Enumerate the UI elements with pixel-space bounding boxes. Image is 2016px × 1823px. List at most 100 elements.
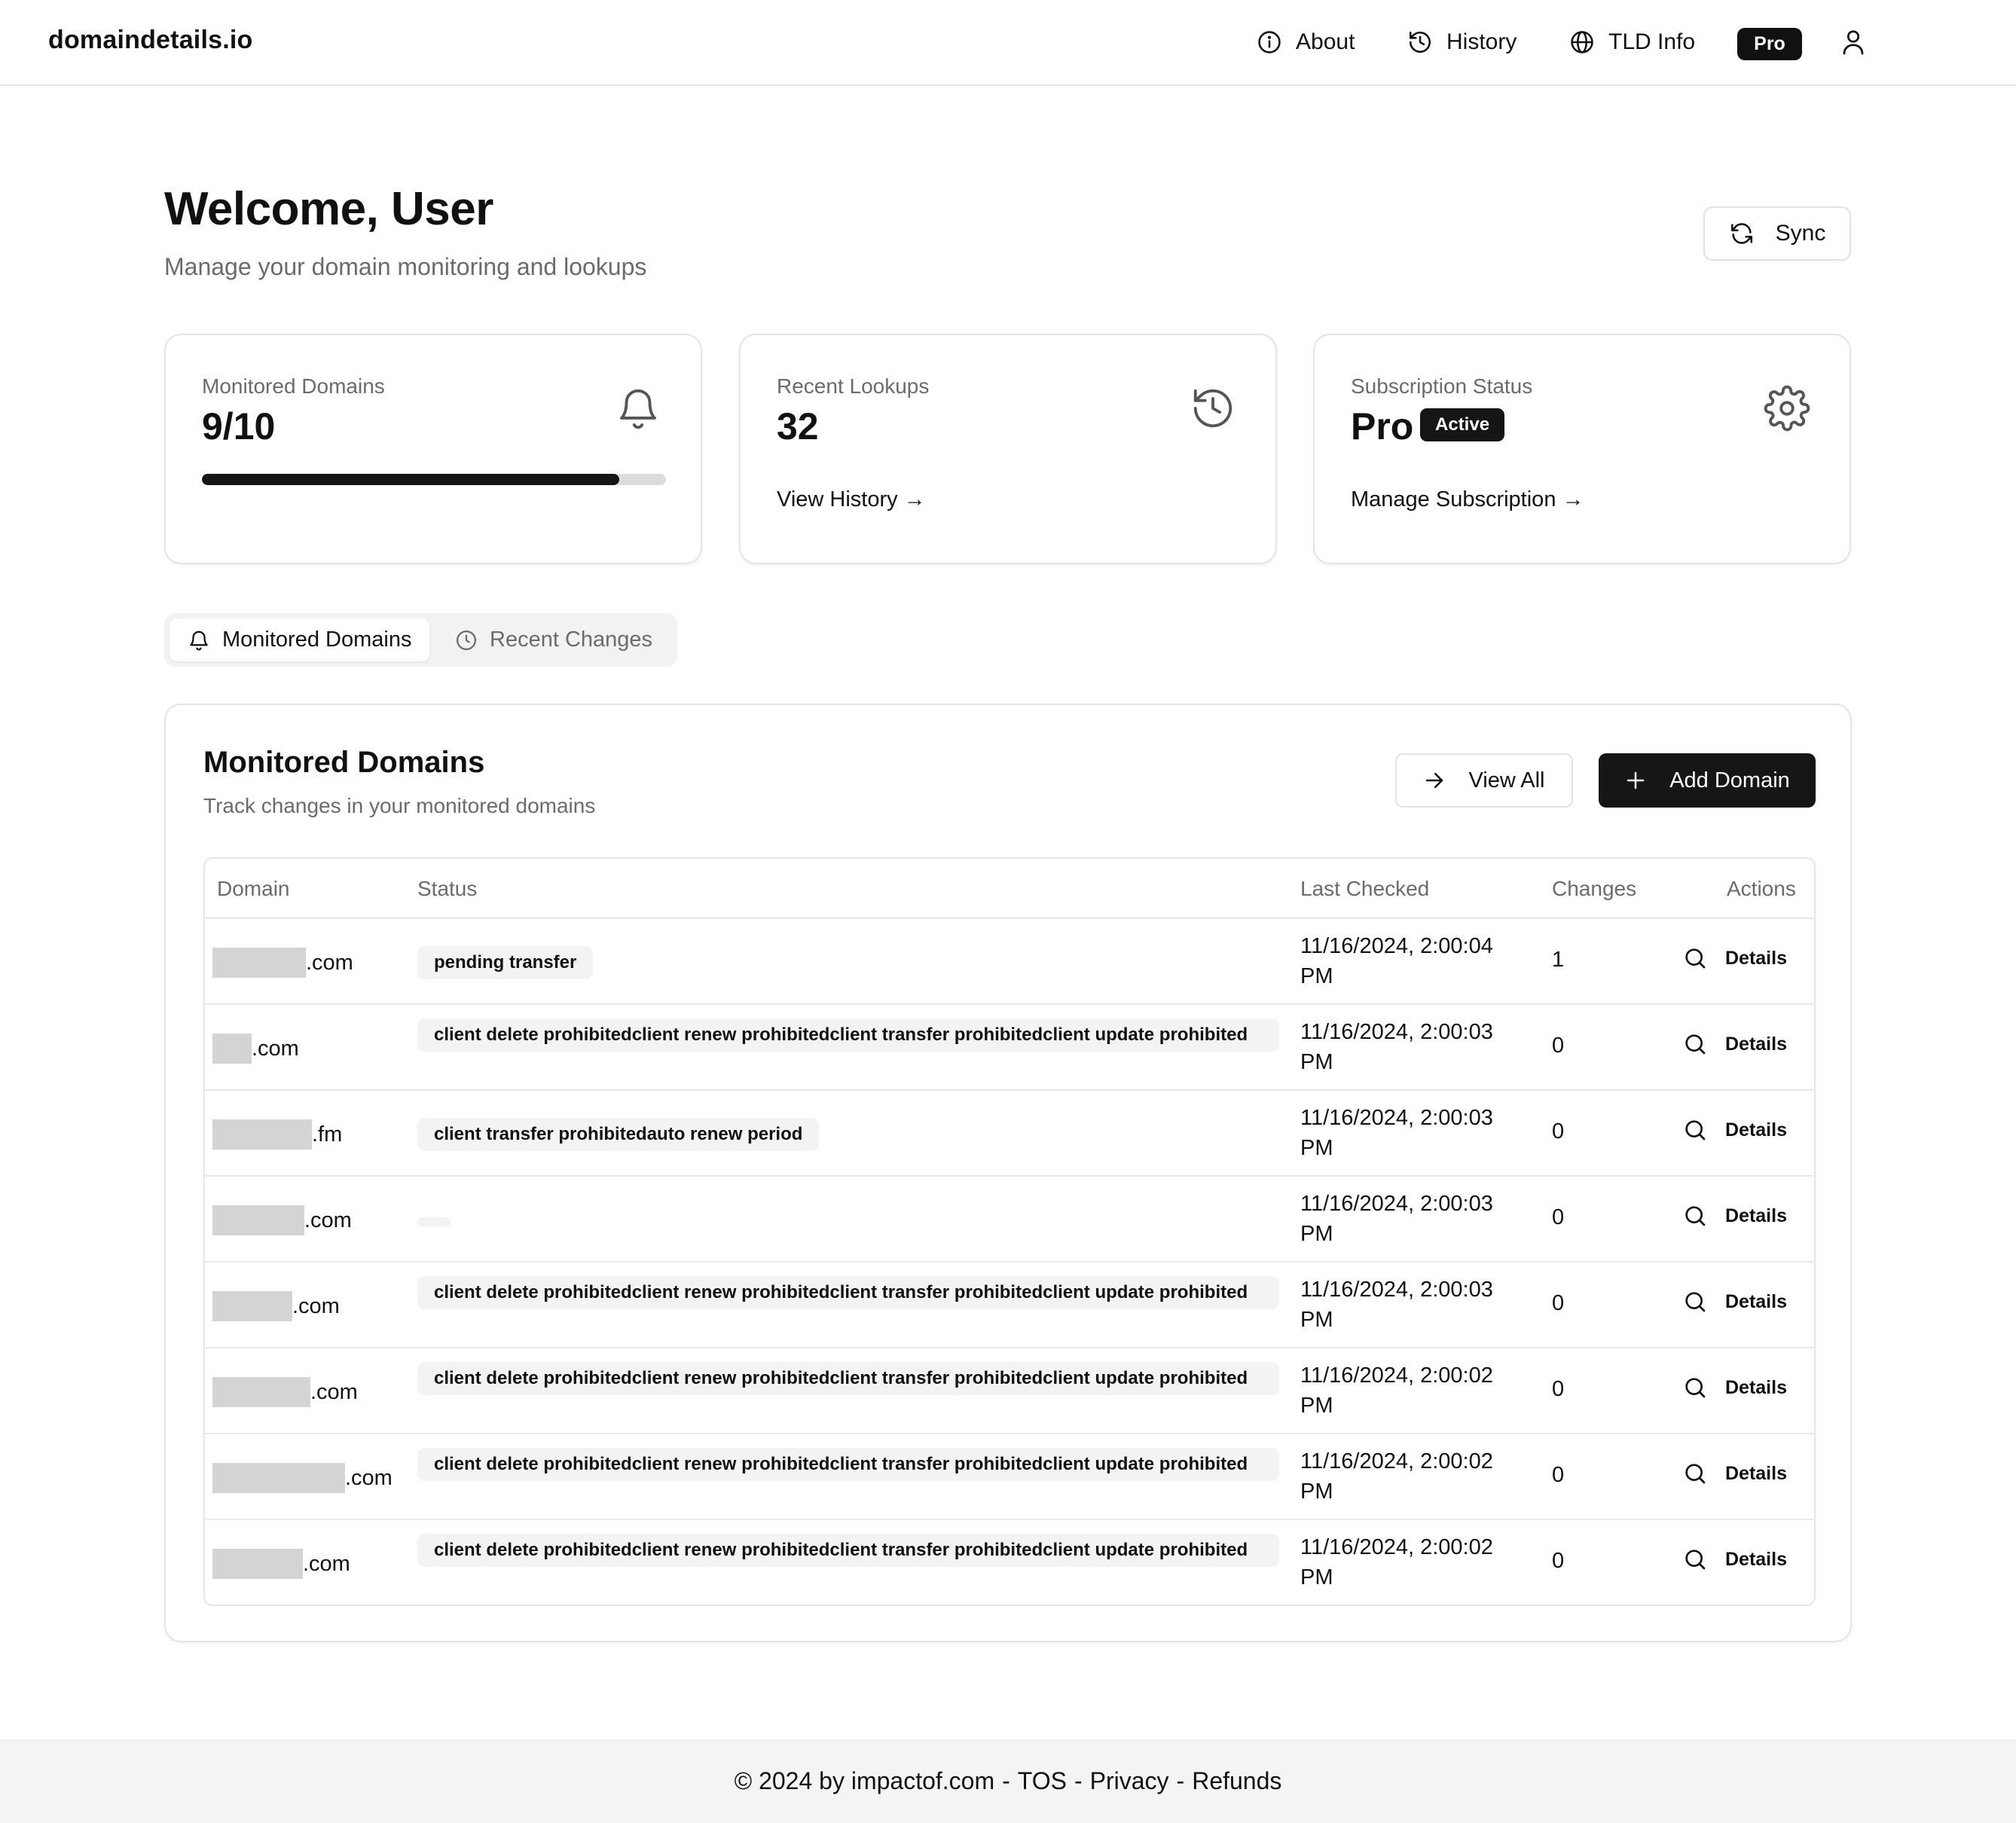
- footer-link-tos[interactable]: TOS: [1018, 1767, 1067, 1795]
- bell-icon: [190, 631, 208, 650]
- nav-about[interactable]: About: [1257, 24, 1355, 60]
- recent-lookups-label: Recent Lookups: [777, 374, 930, 398]
- last-checked-cell: 11/16/2024, 2:00:02 PM: [1300, 1532, 1526, 1592]
- table-row: .com 11/16/2024, 2:00:03 PM 0 Details: [205, 1177, 1814, 1263]
- details-button[interactable]: Details: [1683, 1032, 1787, 1056]
- plus-icon: [1627, 771, 1645, 789]
- redacted-domain-name: [212, 1463, 345, 1493]
- redacted-domain-name: [212, 1549, 303, 1579]
- monitored-domains-panel: Monitored Domains Track changes in your …: [164, 704, 1852, 1642]
- search-icon: [1685, 1292, 1706, 1312]
- details-button[interactable]: Details: [1683, 1118, 1787, 1142]
- details-button[interactable]: Details: [1683, 1376, 1787, 1400]
- details-label: Details: [1725, 1376, 1787, 1398]
- last-checked-date: 11/16/2024, 2:00:02: [1300, 1449, 1493, 1473]
- table-row: .com client delete prohibitedclient renew…: [205, 1520, 1814, 1605]
- subscription-active-badge: Active: [1420, 408, 1505, 441]
- add-domain-button[interactable]: Add Domain: [1599, 753, 1816, 808]
- domain-tld: .fm: [312, 1122, 343, 1147]
- domain-cell: .com: [212, 1034, 299, 1064]
- details-label: Details: [1725, 1548, 1787, 1570]
- status-pill: client delete prohibitedclient renew pro…: [417, 1018, 1279, 1052]
- footer-separator: -: [1176, 1767, 1185, 1794]
- brand-logo-text[interactable]: domaindetails.io: [48, 26, 252, 55]
- domain-tld: .com: [310, 1379, 358, 1404]
- bell-icon: [620, 389, 656, 429]
- last-checked-cell: 11/16/2024, 2:00:04 PM: [1300, 931, 1526, 991]
- changes-count: 1: [1552, 948, 1565, 972]
- status-pill: client delete prohibitedclient renew pro…: [417, 1276, 1279, 1309]
- details-label: Details: [1725, 1462, 1787, 1484]
- last-checked-meridiem: PM: [1300, 1394, 1333, 1418]
- nav-history[interactable]: History: [1407, 24, 1517, 60]
- status-pill: pending transfer: [417, 946, 594, 979]
- last-checked-cell: 11/16/2024, 2:00:03 PM: [1300, 1275, 1526, 1335]
- last-checked-date: 11/16/2024, 2:00:02: [1300, 1363, 1493, 1388]
- domain-tld: .com: [306, 950, 353, 975]
- view-history-link[interactable]: View History →: [777, 487, 926, 512]
- last-checked-date: 11/16/2024, 2:00:03: [1300, 1020, 1493, 1044]
- footer-link-privacy[interactable]: Privacy: [1090, 1767, 1169, 1795]
- footer-link-refunds[interactable]: Refunds: [1192, 1767, 1281, 1795]
- info-icon: [1258, 31, 1281, 53]
- clock-icon: [457, 630, 476, 650]
- search-icon: [1685, 1120, 1706, 1141]
- recent-lookups-card: Recent Lookups 32 View History →: [739, 334, 1277, 564]
- domain-cell: .fm: [212, 1119, 342, 1150]
- column-header-last-checked: Last Checked: [1300, 877, 1430, 900]
- last-checked-meridiem: PM: [1300, 1050, 1333, 1074]
- footer-copyright: © 2024 by impactof.com: [734, 1767, 995, 1794]
- table-row: .com client delete prohibitedclient renew…: [205, 1348, 1814, 1434]
- last-checked-cell: 11/16/2024, 2:00:02 PM: [1300, 1360, 1526, 1421]
- status-pill: client transfer prohibitedauto renew per…: [417, 1118, 820, 1151]
- details-button[interactable]: Details: [1683, 1547, 1787, 1571]
- details-button[interactable]: Details: [1683, 1290, 1787, 1314]
- last-checked-cell: 11/16/2024, 2:00:03 PM: [1300, 1103, 1526, 1163]
- column-header-actions: Actions: [1727, 877, 1796, 900]
- redacted-domain-name: [212, 1034, 252, 1064]
- last-checked-cell: 11/16/2024, 2:00:03 PM: [1300, 1189, 1526, 1249]
- table-header: Domain Status Last Checked Changes Actio…: [205, 859, 1814, 919]
- subscription-plan: Pro: [1351, 405, 1414, 447]
- sync-button[interactable]: Sync: [1703, 206, 1851, 261]
- search-icon: [1685, 948, 1706, 969]
- last-checked-date: 11/16/2024, 2:00:03: [1300, 1106, 1493, 1130]
- last-checked-meridiem: PM: [1300, 1308, 1333, 1332]
- last-checked-cell: 11/16/2024, 2:00:03 PM: [1300, 1017, 1526, 1077]
- changes-count: 0: [1552, 1549, 1565, 1573]
- domain-tld: .com: [303, 1551, 350, 1576]
- changes-count: 0: [1552, 1377, 1565, 1401]
- view-all-button[interactable]: View All: [1395, 753, 1573, 808]
- subscription-status-label: Subscription Status: [1351, 374, 1533, 398]
- footer: © 2024 by impactof.com - TOS - Privacy -…: [0, 1739, 2016, 1823]
- column-header-status: Status: [417, 877, 478, 900]
- details-label: Details: [1725, 1290, 1787, 1312]
- details-button[interactable]: Details: [1683, 1204, 1787, 1228]
- nav-tld-info-label: TLD Info: [1608, 29, 1696, 54]
- monitored-domains-card: Monitored Domains 9/10: [164, 334, 702, 564]
- search-icon: [1685, 1550, 1706, 1570]
- changes-count: 0: [1552, 1291, 1565, 1315]
- view-all-label: View All: [1468, 768, 1545, 792]
- tab-recent-changes[interactable]: Recent Changes: [437, 618, 670, 661]
- globe-icon: [1571, 31, 1593, 53]
- footer-separator: -: [1002, 1767, 1010, 1794]
- page-subtitle: Manage your domain monitoring and lookup…: [164, 253, 647, 280]
- changes-count: 0: [1552, 1034, 1565, 1058]
- details-label: Details: [1725, 1119, 1787, 1141]
- nav-tld-info[interactable]: TLD Info: [1569, 24, 1695, 60]
- search-icon: [1685, 1034, 1706, 1055]
- user-icon[interactable]: [1840, 27, 1867, 57]
- tab-monitored-domains[interactable]: Monitored Domains: [170, 618, 430, 661]
- manage-subscription-link[interactable]: Manage Subscription →: [1351, 487, 1584, 512]
- status-pill-empty: [417, 1217, 451, 1226]
- search-icon: [1685, 1378, 1706, 1398]
- monitored-domains-label: Monitored Domains: [202, 374, 385, 398]
- domain-tld: .com: [304, 1208, 352, 1232]
- details-button[interactable]: Details: [1683, 1461, 1787, 1486]
- domain-cell: .com: [212, 1463, 393, 1493]
- details-label: Details: [1725, 1033, 1787, 1055]
- details-button[interactable]: Details: [1683, 946, 1787, 970]
- page-title: Welcome, User: [164, 183, 493, 235]
- last-checked-date: 11/16/2024, 2:00:04: [1300, 934, 1493, 958]
